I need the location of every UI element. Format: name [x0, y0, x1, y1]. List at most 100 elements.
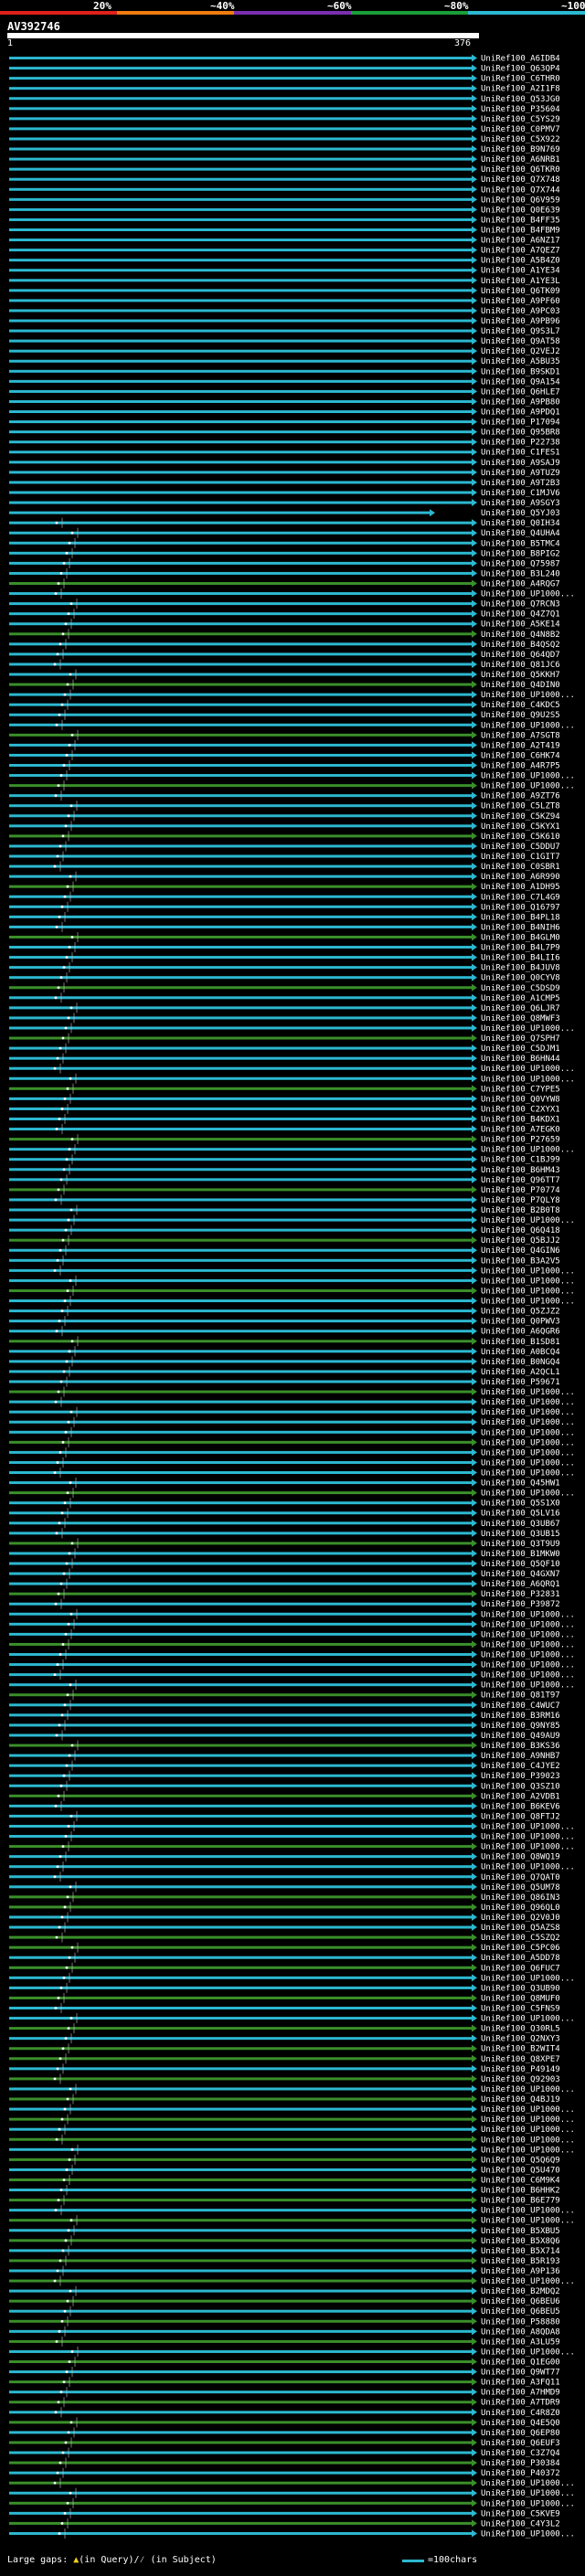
hit-arrow: [472, 134, 477, 143]
hit-bar: [9, 1006, 472, 1010]
hit-gap-mark: [53, 864, 57, 868]
hit-gap-mark: [66, 885, 69, 888]
hit-label: UniRef100_A7SGT8: [481, 731, 560, 740]
hit-gap-mark: [62, 1976, 66, 1979]
hit-arrow: [472, 236, 477, 244]
footer-in-query: (in Query)/: [79, 2555, 140, 2565]
hit-label: UniRef100_UP1000...: [481, 1661, 575, 1670]
hit-label: UniRef100_Q4Z7Q1: [481, 610, 560, 620]
hit-bar: [9, 1016, 472, 1020]
hit-bar: [9, 2360, 472, 2364]
hit-bar: [9, 1663, 472, 1667]
hit-arrow: [472, 347, 477, 355]
hit-bar: [9, 2189, 472, 2192]
hit-bar: [9, 117, 472, 121]
hit-label: UniRef100_Q6Q418: [481, 1226, 560, 1235]
hit-gap-mark: [68, 2360, 71, 2363]
hit-gap-mark: [58, 1723, 61, 1727]
hit-gap-mark: [64, 1430, 68, 1434]
hit-bar: [9, 1066, 472, 1070]
hit-arrow: [472, 1852, 477, 1860]
hit-bar: [9, 1288, 472, 1292]
hit-label: UniRef100_C1FES1: [481, 449, 560, 458]
hit-arrow: [472, 2024, 477, 2032]
hit-bar: [9, 369, 472, 373]
hit-bar: [9, 2037, 472, 2041]
hit-arrow: [472, 2378, 477, 2386]
hit-bar: [9, 2411, 472, 2414]
hit-arrow: [472, 1388, 477, 1396]
hit-gap-mark: [54, 592, 58, 595]
hit-label: UniRef100_B8PIG2: [481, 549, 560, 558]
hit-bar: [9, 2380, 472, 2384]
hit-arrow: [472, 1600, 477, 1608]
hit-label: UniRef100_Q4BJ19: [481, 2095, 560, 2104]
hit-gap-mark: [57, 1188, 60, 1192]
hit-bar: [9, 2239, 472, 2242]
hit-label: UniRef100_P27659: [481, 1136, 560, 1145]
hit-bar: [9, 1268, 472, 1272]
hit-bar: [9, 2531, 472, 2535]
hit-label: UniRef100_P58880: [481, 2317, 560, 2327]
hit-arrow: [472, 1489, 477, 1497]
hit-arrow: [472, 1944, 477, 1952]
hit-arrow: [472, 286, 477, 294]
hit-label: UniRef100_Q6EP80: [481, 2429, 560, 2438]
hit-label: UniRef100_Q5ZJZ2: [481, 1308, 560, 1317]
hit-gap-mark: [65, 2370, 69, 2373]
hit-gap-mark: [63, 693, 67, 696]
hit-label: UniRef100_C1MJV6: [481, 489, 560, 498]
hit-arrow: [472, 1680, 477, 1689]
hit-gap-mark: [62, 1370, 66, 1373]
hit-label: UniRef100_A9PC03: [481, 307, 560, 316]
hit-arrow: [472, 620, 477, 628]
hit-bar: [9, 1370, 472, 1373]
hit-label: UniRef100_UP1000...: [481, 1651, 575, 1660]
hit-bar: [9, 956, 472, 959]
legend-label: ~40%: [210, 0, 235, 12]
hit-arrow: [472, 1448, 477, 1457]
hit-label: UniRef100_B5TMC4: [481, 539, 560, 548]
hit-label: UniRef100_A9PB80: [481, 398, 560, 407]
hit-gap-mark: [61, 632, 65, 636]
hit-bar: [9, 1309, 472, 1313]
hit-arrow: [472, 408, 477, 416]
hit-bar: [9, 1107, 472, 1110]
hit-arrow: [472, 317, 477, 325]
hit-label: UniRef100_C7L4G9: [481, 893, 560, 902]
hit-gap-mark: [63, 2511, 67, 2515]
hit-gap-mark: [59, 774, 63, 777]
hit-arrow: [472, 2509, 477, 2518]
hit-arrow: [472, 2074, 477, 2083]
hit-gap-mark: [67, 2431, 70, 2434]
hit-label: UniRef100_Q8MWF3: [481, 1014, 560, 1023]
hit-label: UniRef100_C5KZ94: [481, 812, 560, 822]
hit-arrow: [472, 1013, 477, 1022]
hit-bar: [9, 2441, 472, 2444]
hit-label: UniRef100_UP1000...: [481, 1298, 575, 1307]
hit-gap-mark: [53, 1066, 57, 1070]
hit-bar: [9, 2168, 472, 2171]
hit-arrow: [472, 1529, 477, 1537]
hit-gap-mark: [62, 764, 66, 767]
hit-gap-mark: [59, 1784, 63, 1787]
hit-gap-mark: [68, 743, 71, 747]
hit-arrow: [472, 2095, 477, 2104]
hit-bar: [9, 2451, 472, 2454]
hit-arrow: [472, 2156, 477, 2164]
hit-bar: [9, 1774, 472, 1777]
hit-arrow: [472, 1670, 477, 1679]
hit-bar: [9, 925, 472, 928]
hit-gap-mark: [67, 1622, 70, 1626]
hit-bar: [9, 2229, 472, 2232]
hit-arrow: [472, 64, 477, 72]
hit-label: UniRef100_UP1000...: [481, 1408, 575, 1417]
hit-bar: [9, 1612, 472, 1616]
hit-label: UniRef100_P30384: [481, 2459, 560, 2468]
hit-bar: [9, 97, 472, 101]
hit-label: UniRef100_B6HN44: [481, 1055, 560, 1064]
hit-gap-mark: [67, 1016, 70, 1020]
hit-bar: [9, 1076, 472, 1080]
hit-arrow: [472, 1023, 477, 1032]
hit-bar: [9, 481, 472, 484]
